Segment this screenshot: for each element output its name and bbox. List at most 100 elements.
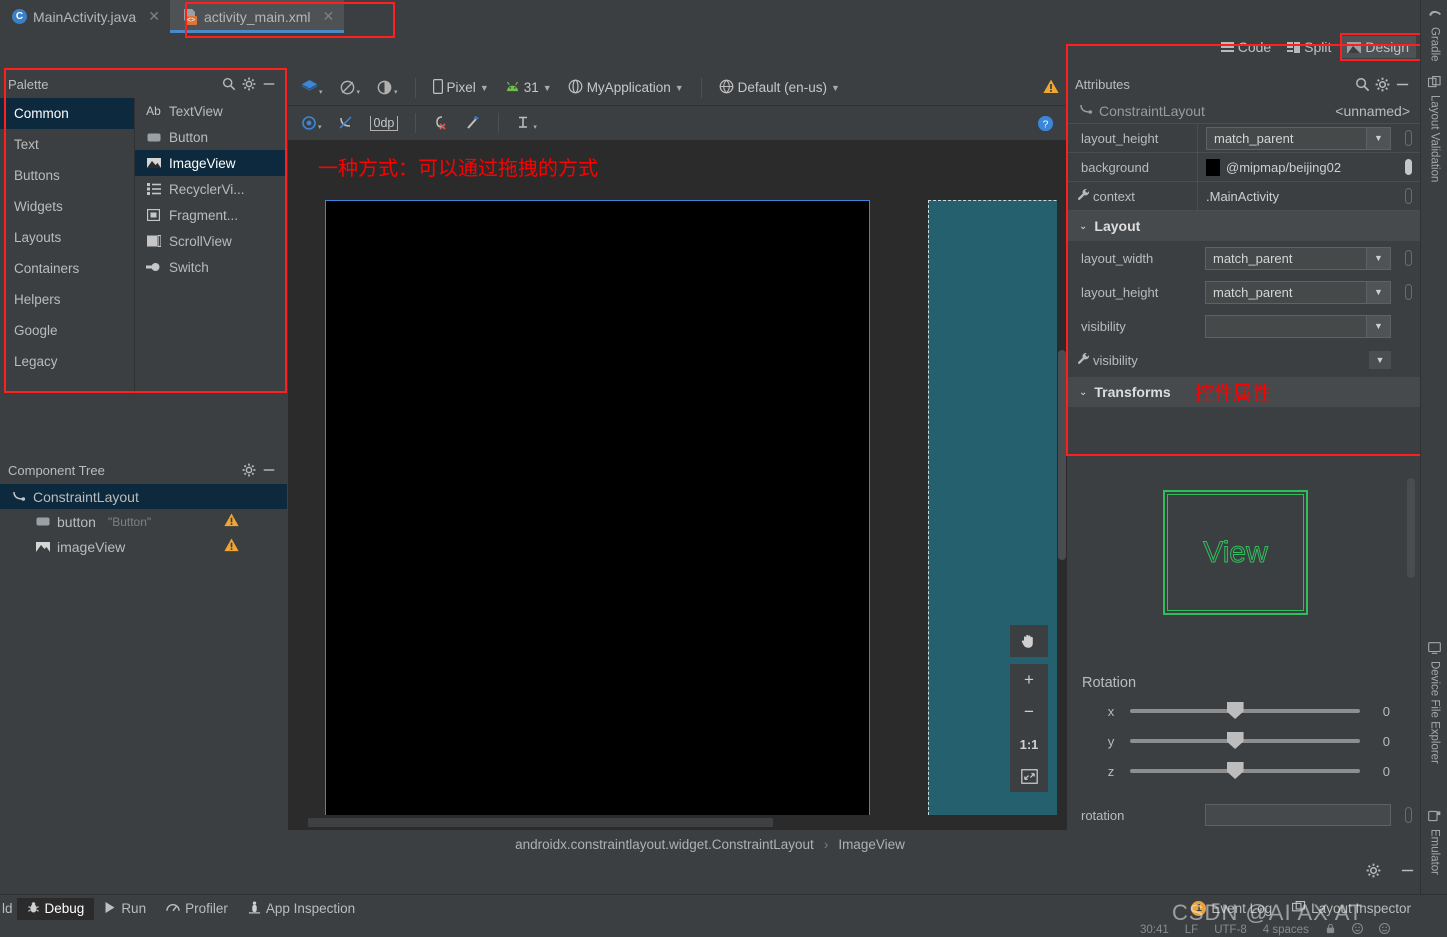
canvas-vertical-scrollbar[interactable] bbox=[1057, 140, 1067, 830]
warning-triangle-icon[interactable] bbox=[1043, 79, 1059, 97]
chevron-down-icon[interactable]: ▼ bbox=[1366, 247, 1390, 269]
palette-item-fragment[interactable]: Fragment... bbox=[135, 202, 287, 228]
minimize-icon[interactable] bbox=[1397, 860, 1417, 880]
tool-tab-emulator[interactable]: Emulator bbox=[1421, 806, 1447, 896]
attr-row-tools-visibility[interactable]: visibility ▼ bbox=[1067, 343, 1420, 377]
device-preview-surface[interactable] bbox=[325, 200, 870, 825]
attr-row-background[interactable]: background @mipmap/beijing02 bbox=[1067, 153, 1420, 182]
status-profiler-button[interactable]: Profiler bbox=[156, 898, 238, 920]
infer-constraints-icon[interactable] bbox=[460, 113, 486, 133]
attr-value[interactable]: .MainActivity bbox=[1206, 189, 1279, 204]
gear-icon[interactable] bbox=[1363, 860, 1383, 880]
attr-combo-layout-height[interactable]: match_parent ▼ bbox=[1206, 126, 1391, 150]
minimize-icon[interactable] bbox=[1392, 74, 1412, 94]
palette-category-containers[interactable]: Containers bbox=[0, 253, 134, 284]
palette-item-recyclerview[interactable]: RecyclerVi... bbox=[135, 176, 287, 202]
tree-item-constraintlayout[interactable]: ConstraintLayout bbox=[0, 484, 287, 509]
locale-selector[interactable]: Default (en-us) ▼ bbox=[714, 77, 845, 99]
attr-combo-visibility[interactable]: ▼ bbox=[1205, 314, 1391, 338]
design-surface-icon[interactable]: ▾ bbox=[296, 77, 328, 98]
chevron-down-icon[interactable]: ▼ bbox=[1366, 281, 1390, 303]
attr-pin-toggle[interactable] bbox=[1405, 250, 1412, 266]
palette-category-layouts[interactable]: Layouts bbox=[0, 222, 134, 253]
chevron-down-icon[interactable]: ▼ bbox=[1366, 315, 1390, 337]
palette-item-imageview[interactable]: ImageView bbox=[135, 150, 287, 176]
guideline-icon[interactable]: ▾ bbox=[511, 113, 542, 133]
warning-triangle-icon[interactable] bbox=[224, 538, 239, 555]
rotation-slider-x[interactable]: x 0 bbox=[1100, 700, 1390, 722]
pan-hand-icon[interactable] bbox=[1010, 625, 1048, 657]
color-swatch[interactable] bbox=[1206, 158, 1220, 176]
chevron-down-icon[interactable]: ▼ bbox=[1369, 351, 1391, 369]
tool-tab-device-file-explorer[interactable]: Device File Explorer bbox=[1421, 638, 1447, 798]
api-level-selector[interactable]: 31 ▼ bbox=[500, 78, 557, 97]
design-canvas[interactable]: 一种方式：可以通过拖拽的方式 + − 1:1 bbox=[288, 140, 1067, 830]
orientation-icon[interactable]: ▾ bbox=[334, 77, 366, 98]
status-app-inspection-button[interactable]: App Inspection bbox=[238, 898, 365, 920]
attr-row-layout-height[interactable]: layout_height match_parent ▼ bbox=[1067, 275, 1420, 309]
attr-combo-tools-visibility[interactable]: ▼ bbox=[1205, 351, 1395, 369]
status-event-log-button[interactable]: 1 Event Log bbox=[1181, 898, 1282, 919]
pan-hand-button[interactable] bbox=[1010, 625, 1048, 657]
breadcrumb-parent[interactable]: androidx.constraintlayout.widget.Constra… bbox=[515, 837, 814, 852]
theme-selector[interactable]: MyApplication ▼ bbox=[563, 77, 689, 99]
palette-item-switch[interactable]: Switch bbox=[135, 254, 287, 280]
rotation-input[interactable] bbox=[1205, 804, 1391, 826]
attributes-vertical-scrollbar[interactable] bbox=[1407, 478, 1415, 578]
line-separator[interactable]: LF bbox=[1185, 924, 1198, 936]
clear-constraints-icon[interactable] bbox=[428, 113, 454, 133]
theme-icon[interactable]: ▾ bbox=[371, 77, 403, 98]
tree-item-button[interactable]: button "Button" bbox=[0, 509, 287, 534]
attr-row-layout-height-top[interactable]: layout_height match_parent ▼ bbox=[1067, 124, 1420, 153]
attr-combo-layout-height-2[interactable]: match_parent ▼ bbox=[1205, 280, 1391, 304]
palette-category-common[interactable]: Common bbox=[0, 98, 134, 129]
file-encoding[interactable]: UTF-8 bbox=[1214, 924, 1247, 936]
lock-icon[interactable] bbox=[1325, 923, 1336, 937]
status-layout-inspector-button[interactable]: Layout Inspector bbox=[1282, 898, 1421, 920]
zoom-actual-icon[interactable]: 1:1 bbox=[1010, 728, 1048, 760]
default-margin-button[interactable]: 0dp bbox=[365, 114, 404, 133]
device-selector[interactable]: Pixel ▼ bbox=[428, 77, 494, 99]
attr-pin-toggle[interactable] bbox=[1405, 284, 1412, 300]
canvas-horizontal-scrollbar[interactable] bbox=[288, 815, 1067, 830]
caret-position[interactable]: 30:41 bbox=[1140, 924, 1169, 936]
attr-row-layout-width[interactable]: layout_width match_parent ▼ bbox=[1067, 241, 1420, 275]
palette-category-widgets[interactable]: Widgets bbox=[0, 191, 134, 222]
zoom-fit-icon[interactable] bbox=[1010, 760, 1048, 792]
tree-item-imageview[interactable]: imageView bbox=[0, 534, 287, 559]
editor-tab-mainactivity[interactable]: C MainActivity.java ✕ bbox=[0, 0, 170, 33]
help-circle-icon[interactable]: ? bbox=[1032, 113, 1059, 134]
status-build-truncated[interactable]: ld bbox=[0, 898, 17, 919]
rotation-slider-z[interactable]: z 0 bbox=[1100, 760, 1390, 782]
zoom-in-icon[interactable]: + bbox=[1010, 664, 1048, 696]
attr-value[interactable]: @mipmap/beijing02 bbox=[1226, 160, 1341, 175]
face-icon-1[interactable] bbox=[1351, 922, 1363, 937]
attr-pin-toggle[interactable] bbox=[1405, 159, 1412, 175]
palette-category-google[interactable]: Google bbox=[0, 315, 134, 346]
attr-section-layout[interactable]: ⌄ Layout bbox=[1067, 211, 1420, 241]
attr-row-context[interactable]: context .MainActivity bbox=[1067, 182, 1420, 211]
palette-category-helpers[interactable]: Helpers bbox=[0, 284, 134, 315]
warning-triangle-icon[interactable] bbox=[224, 513, 239, 530]
zoom-out-icon[interactable]: − bbox=[1010, 696, 1048, 728]
attr-row-rotation[interactable]: rotation bbox=[1067, 802, 1420, 828]
gear-icon[interactable] bbox=[239, 460, 259, 480]
attr-row-visibility[interactable]: visibility ▼ bbox=[1067, 309, 1420, 343]
close-icon[interactable]: ✕ bbox=[323, 8, 335, 25]
attr-pin-toggle[interactable] bbox=[1405, 188, 1412, 204]
chevron-down-icon[interactable]: ▼ bbox=[1366, 127, 1390, 149]
tool-tab-layout-validation[interactable]: Layout Validation bbox=[1421, 72, 1447, 204]
status-debug-button[interactable]: Debug bbox=[16, 897, 95, 920]
search-icon[interactable] bbox=[1352, 74, 1372, 94]
palette-item-scrollview[interactable]: ScrollView bbox=[135, 228, 287, 254]
indent-setting[interactable]: 4 spaces bbox=[1263, 924, 1309, 936]
attr-pin-toggle[interactable] bbox=[1405, 807, 1412, 823]
tab-code[interactable]: Code bbox=[1214, 36, 1278, 58]
gear-icon[interactable] bbox=[1372, 74, 1392, 94]
palette-category-buttons[interactable]: Buttons bbox=[0, 160, 134, 191]
tab-design[interactable]: Design bbox=[1340, 36, 1416, 58]
attr-combo-layout-width[interactable]: match_parent ▼ bbox=[1205, 246, 1391, 270]
search-icon[interactable] bbox=[219, 74, 239, 94]
status-run-button[interactable]: Run bbox=[94, 898, 156, 920]
gear-icon[interactable] bbox=[239, 74, 259, 94]
